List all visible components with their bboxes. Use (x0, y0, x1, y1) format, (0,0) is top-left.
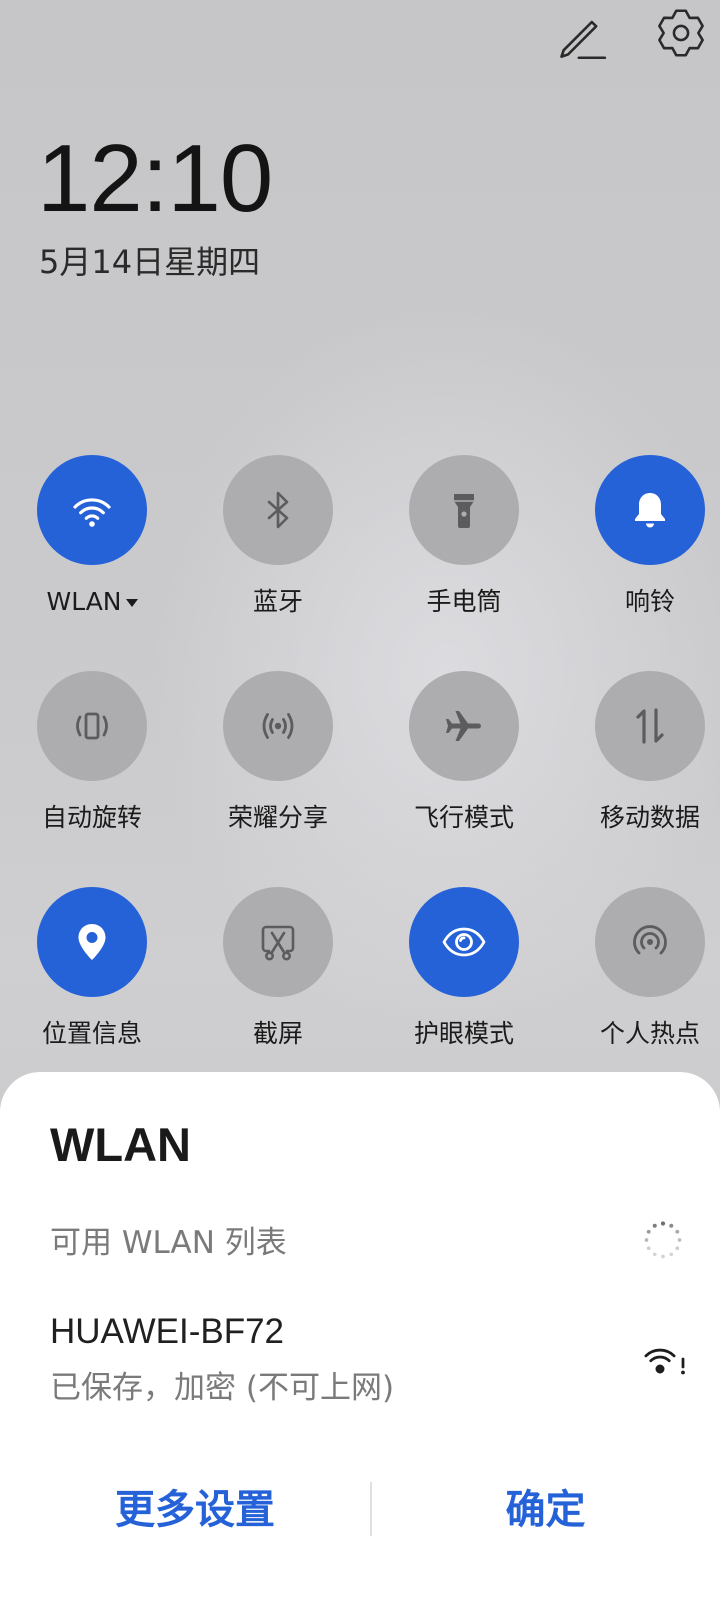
tile-hotspot[interactable]: 个人热点 (580, 887, 720, 1051)
confirm-button[interactable]: 确定 (371, 1484, 720, 1536)
hotspot-toggle[interactable] (595, 887, 705, 997)
tile-label: WLAN (22, 585, 162, 619)
tile-label: 移动数据 (599, 803, 700, 832)
tile-label-text: WLAN (46, 587, 122, 616)
bell-icon (635, 493, 665, 528)
loading-spinner-icon (641, 1218, 685, 1262)
flashlight-icon (454, 494, 474, 528)
auto-rotate-toggle[interactable] (37, 671, 147, 781)
tile-ringer[interactable]: 响铃 (580, 455, 720, 619)
wlan-dialog: WLAN 可用 WLAN 列表 HUAWEI-BF72 已保存，加密 (不可上网… (0, 1072, 720, 1600)
tile-bluetooth[interactable]: 蓝牙 (208, 455, 348, 619)
clock-time: 12:10 (37, 125, 273, 232)
wlan-list-header: 可用 WLAN 列表 (50, 1225, 287, 1261)
bluetooth-icon (267, 491, 289, 529)
tile-label: 飞行模式 (413, 803, 514, 832)
tile-mobile-data[interactable]: 移动数据 (580, 671, 720, 835)
tile-label: 自动旋转 (41, 803, 142, 832)
tile-label: 荣耀分享 (227, 803, 328, 832)
network-status: 已保存，加密 (不可上网) (50, 1370, 395, 1406)
tile-label: 手电筒 (426, 587, 502, 616)
tile-label: 位置信息 (41, 1019, 142, 1048)
tile-auto-rotate[interactable]: 自动旋转 (22, 671, 162, 835)
hotspot-icon (633, 925, 667, 955)
tile-eye-comfort[interactable]: 护眼模式 (394, 887, 534, 1051)
tile-label: 响铃 (624, 587, 675, 616)
ringer-toggle[interactable] (595, 455, 705, 565)
dialog-title: WLAN (50, 1118, 191, 1171)
bluetooth-toggle[interactable] (223, 455, 333, 565)
wifi-icon (73, 498, 111, 527)
mobile-data-icon (636, 708, 664, 744)
screenshot-button[interactable] (223, 887, 333, 997)
airplane-icon (446, 711, 481, 741)
honor-share-toggle[interactable] (223, 671, 333, 781)
location-icon (78, 924, 106, 960)
tile-flashlight[interactable]: 手电筒 (394, 455, 534, 619)
eye-icon (442, 927, 486, 957)
tile-label: 个人热点 (599, 1019, 700, 1048)
clock-date: 5月14日星期四 (39, 243, 261, 281)
more-settings-button[interactable]: 更多设置 (20, 1484, 370, 1536)
tile-location[interactable]: 位置信息 (22, 887, 162, 1051)
share-waves-icon (262, 713, 294, 739)
tile-wlan[interactable]: WLAN (22, 455, 162, 619)
flashlight-toggle[interactable] (409, 455, 519, 565)
eye-comfort-toggle[interactable] (409, 887, 519, 997)
tile-label: 截屏 (252, 1019, 303, 1048)
list-item[interactable]: HUAWEI-BF72 已保存，加密 (不可上网) (0, 1300, 720, 1412)
tile-honor-share[interactable]: 荣耀分享 (208, 671, 348, 835)
tile-label: 护眼模式 (413, 1019, 514, 1048)
tile-airplane-mode[interactable]: 飞行模式 (394, 671, 534, 835)
wlan-toggle[interactable] (37, 455, 147, 565)
airplane-mode-toggle[interactable] (409, 671, 519, 781)
tile-screenshot[interactable]: 截屏 (208, 887, 348, 1051)
pencil-icon[interactable] (555, 9, 607, 61)
gear-icon[interactable] (655, 7, 707, 59)
auto-rotate-icon (76, 712, 108, 740)
quick-settings-grid: WLAN 蓝牙 手电筒 响铃 自动旋转 荣耀分享 飞行模式 移动数据 位置信息 … (22, 455, 720, 1051)
network-ssid: HUAWEI-BF72 (50, 1312, 285, 1351)
screenshot-icon (261, 925, 295, 961)
location-toggle[interactable] (37, 887, 147, 997)
chevron-down-icon[interactable] (125, 599, 138, 607)
wifi-no-internet-icon (638, 1333, 690, 1383)
tile-label: 蓝牙 (252, 587, 303, 616)
mobile-data-toggle[interactable] (595, 671, 705, 781)
